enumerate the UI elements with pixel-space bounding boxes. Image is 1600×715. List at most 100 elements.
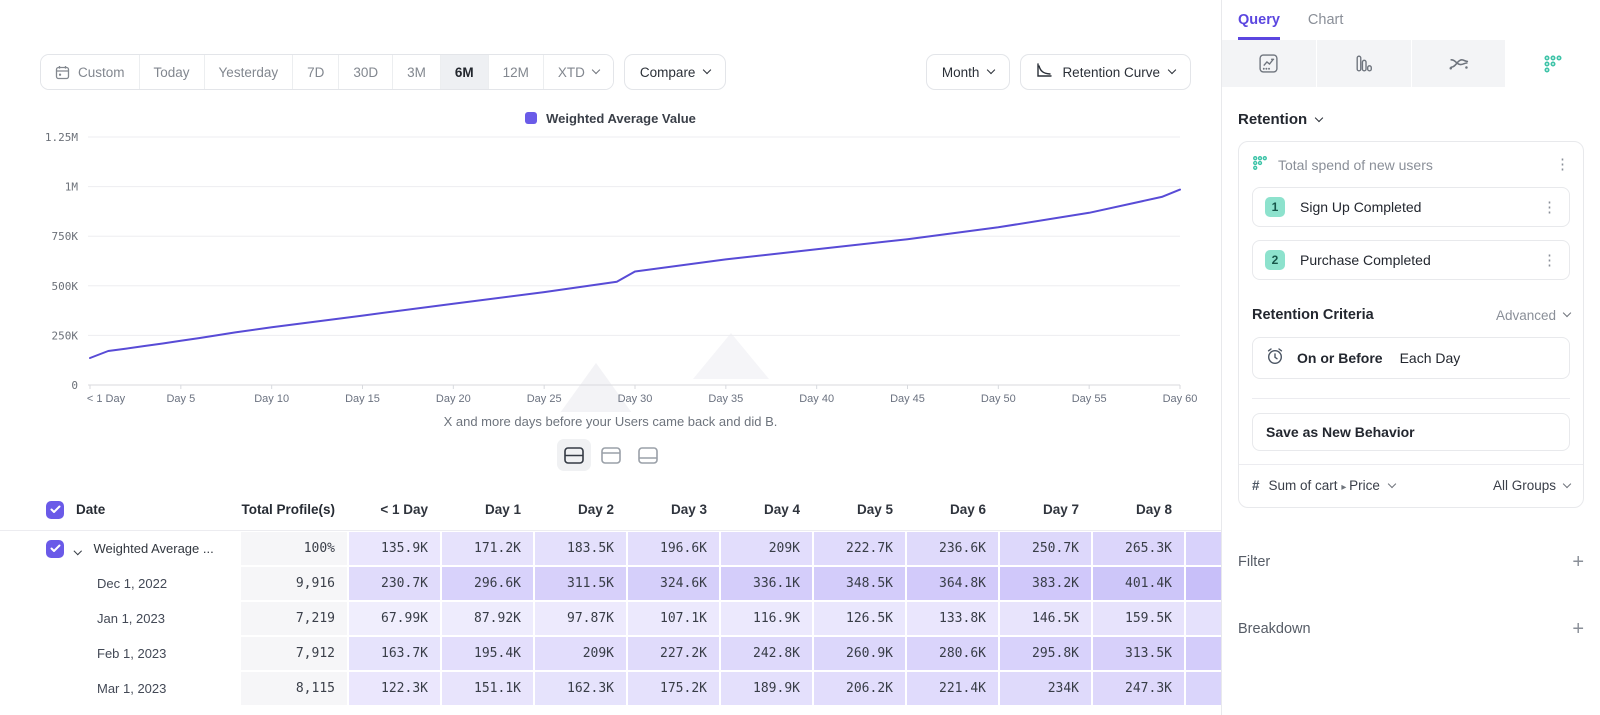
step-label: Sign Up Completed: [1300, 199, 1421, 215]
svg-text:Day 50: Day 50: [981, 393, 1016, 405]
step-2[interactable]: 2 Purchase Completed ⋮: [1252, 240, 1570, 280]
retention-value-cell: 324.6K: [627, 566, 720, 601]
step-1[interactable]: 1 Sign Up Completed ⋮: [1252, 187, 1570, 227]
tab-chart[interactable]: Chart: [1308, 12, 1343, 40]
svg-text:Day 55: Day 55: [1072, 393, 1107, 405]
row-label-cell: Jan 1, 2023: [0, 601, 240, 636]
row-label-cell: Weighted Average ...: [0, 531, 240, 566]
range-3m[interactable]: 3M: [393, 55, 441, 89]
tab-query[interactable]: Query: [1238, 12, 1280, 40]
expand-chevron-icon[interactable]: [75, 541, 81, 556]
overflow-cell: [1185, 636, 1222, 671]
criteria-mode-dropdown[interactable]: Advanced: [1496, 308, 1570, 323]
app: CustomTodayYesterday7D30D3M6M12MXTD Comp…: [0, 0, 1600, 715]
main-panel: CustomTodayYesterday7D30D3M6M12MXTD Comp…: [0, 0, 1221, 715]
timing-selector[interactable]: On or Before Each Day: [1252, 337, 1570, 379]
measure-dropdown[interactable]: Sum of cart ▸ Price: [1269, 478, 1380, 493]
criteria-label: Retention Criteria: [1252, 307, 1374, 323]
row-label-cell: Mar 1, 2023: [0, 671, 240, 706]
table-row: Mar 1, 20238,115122.3K151.1K162.3K175.2K…: [0, 671, 1221, 706]
svg-text:Day 45: Day 45: [890, 393, 925, 405]
svg-text:Day 60: Day 60: [1163, 393, 1198, 405]
retention-value-cell: 230.7K: [348, 566, 441, 601]
range-30d[interactable]: 30D: [339, 55, 393, 89]
retention-value-cell: 209K: [534, 636, 627, 671]
range-custom[interactable]: Custom: [41, 55, 140, 89]
calendar-icon: [55, 65, 70, 80]
retention-value-cell: 313.5K: [1092, 636, 1185, 671]
svg-text:1.25M: 1.25M: [45, 131, 78, 144]
table-row: Dec 1, 20229,916230.7K296.6K311.5K324.6K…: [0, 566, 1221, 601]
range-12m[interactable]: 12M: [489, 55, 544, 89]
bar-chart-icon[interactable]: [1317, 40, 1412, 87]
measure-property: Price: [1349, 478, 1380, 493]
retention-value-cell: 295.8K: [999, 636, 1092, 671]
retention-value-cell: 364.8K: [906, 566, 999, 601]
table-header-day: Day 2: [534, 489, 627, 530]
retention-value-cell: 260.9K: [813, 636, 906, 671]
select-all-checkbox[interactable]: [46, 501, 64, 519]
legend-label: Weighted Average Value: [546, 111, 696, 126]
sidebar-tabs: Query Chart: [1238, 0, 1584, 40]
compare-button[interactable]: Compare: [624, 54, 727, 90]
kebab-menu-icon[interactable]: ⋮: [1542, 200, 1557, 215]
metric-selector[interactable]: Retention: [1238, 111, 1584, 128]
kebab-menu-icon[interactable]: ⋮: [1542, 253, 1557, 268]
retention-value-cell: 280.6K: [906, 636, 999, 671]
range-yesterday[interactable]: Yesterday: [205, 55, 294, 89]
row-checkbox[interactable]: [46, 540, 64, 558]
legend: Weighted Average Value: [0, 110, 1221, 126]
range-6m[interactable]: 6M: [441, 55, 489, 89]
insights-chart-icon[interactable]: [1222, 40, 1317, 87]
kebab-menu-icon[interactable]: ⋮: [1555, 157, 1570, 172]
table-header-day: Day 4: [720, 489, 813, 530]
flow-chart-icon[interactable]: [1412, 40, 1507, 87]
range-7d[interactable]: 7D: [293, 55, 339, 89]
row-label-cell: Dec 1, 2022: [0, 566, 240, 601]
add-breakdown-button[interactable]: +: [1572, 619, 1584, 639]
overflow-cell: [1185, 601, 1222, 636]
alarm-clock-icon: [1265, 346, 1285, 371]
retention-value-cell: 222.7K: [813, 531, 906, 566]
behavior-card: Total spend of new users ⋮ 1 Sign Up Com…: [1238, 141, 1584, 508]
table-header-day: < 1 Day: [348, 489, 441, 530]
chart-caption: X and more days before your Users came b…: [0, 414, 1221, 429]
layout-toggles: [0, 439, 1221, 471]
chart-type-button[interactable]: Retention Curve: [1020, 54, 1191, 90]
layout-split-icon[interactable]: [557, 439, 591, 471]
filter-section: Filter +: [1238, 552, 1584, 572]
svg-text:Day 40: Day 40: [799, 393, 834, 405]
chart-type-switcher: [1222, 40, 1600, 87]
legend-item[interactable]: Weighted Average Value: [525, 111, 696, 126]
layout-chart-icon[interactable]: [594, 439, 628, 471]
toolbar: CustomTodayYesterday7D30D3M6M12MXTD Comp…: [40, 54, 1191, 90]
add-filter-button[interactable]: +: [1572, 552, 1584, 572]
svg-text:Day 15: Day 15: [345, 393, 380, 405]
retention-value-cell: 162.3K: [534, 671, 627, 706]
retention-table: DateTotal Profile(s)< 1 DayDay 1Day 2Day…: [0, 489, 1221, 706]
retention-curve-icon: [1036, 63, 1053, 81]
retention-dots-icon[interactable]: [1506, 40, 1600, 87]
retention-value-cell: 151.1K: [441, 671, 534, 706]
svg-text:Day 5: Day 5: [166, 393, 195, 405]
retention-value-cell: 116.9K: [720, 601, 813, 636]
chevron-down-icon: [1168, 66, 1176, 74]
chevron-down-icon: [1563, 309, 1571, 317]
chevron-down-icon: [987, 66, 995, 74]
chevron-down-icon: [1563, 479, 1571, 487]
groups-label: All Groups: [1493, 478, 1556, 493]
groups-dropdown[interactable]: All Groups: [1493, 478, 1570, 493]
retention-value-cell: 221.4K: [906, 671, 999, 706]
profiles-cell: 9,916: [240, 566, 348, 601]
profiles-cell: 7,912: [240, 636, 348, 671]
granularity-button[interactable]: Month: [926, 54, 1011, 90]
layout-table-icon[interactable]: [631, 439, 665, 471]
save-as-new-behavior-button[interactable]: Save as New Behavior: [1252, 413, 1570, 451]
table-header-row: DateTotal Profile(s)< 1 DayDay 1Day 2Day…: [0, 489, 1221, 531]
table-header-overflow: [1185, 489, 1222, 530]
range-xtd[interactable]: XTD: [544, 55, 613, 89]
retention-value-cell: 336.1K: [720, 566, 813, 601]
range-today[interactable]: Today: [140, 55, 205, 89]
table-header-day: Day 1: [441, 489, 534, 530]
table-header-day: Day 6: [906, 489, 999, 530]
